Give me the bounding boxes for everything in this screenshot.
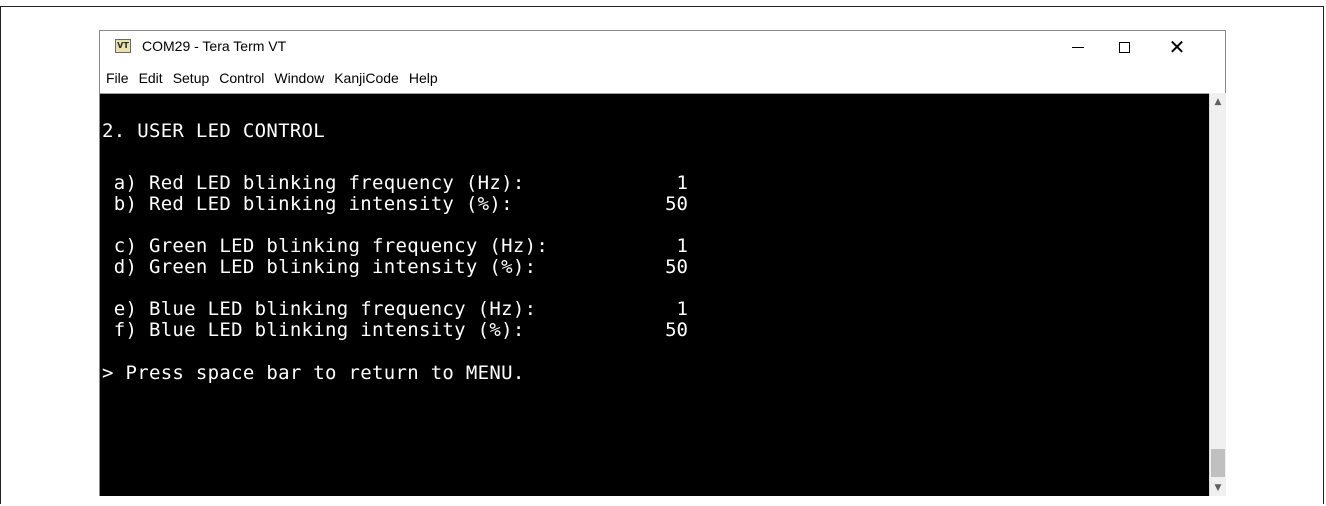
close-button[interactable]: ✕ [1147, 31, 1207, 63]
chevron-down-icon[interactable]: ▼ [1210, 479, 1226, 496]
terminal-row-value: 50 [665, 319, 688, 341]
menu-file[interactable]: File [104, 70, 134, 86]
terminal-row-value: 1 [676, 172, 688, 194]
menu-kanjicode[interactable]: KanjiCode [332, 70, 404, 86]
terminal-row-value: 50 [665, 256, 688, 278]
terminal-row-label: a) Red LED blinking frequency (Hz): [102, 172, 525, 194]
terminal-prompt: > Press space bar to return to MENU. [102, 362, 525, 384]
terminal-row-label: d) Green LED blinking intensity (%): [102, 256, 537, 278]
minimize-icon [1072, 46, 1084, 48]
terminal-screen[interactable]: 2. USER LED CONTROL a) Red LED blinking … [100, 93, 1209, 496]
terminal-row-label: e) Blue LED blinking frequency (Hz): [102, 298, 537, 320]
close-icon: ✕ [1168, 35, 1186, 59]
maximize-button[interactable] [1101, 31, 1147, 63]
menu-setup[interactable]: Setup [171, 70, 215, 86]
menu-help[interactable]: Help [407, 70, 443, 86]
menu-window[interactable]: Window [272, 70, 329, 86]
tera-term-window: VT COM29 - Tera Term VT ✕ File Edit Setu… [99, 30, 1226, 496]
terminal-row-value: 1 [676, 298, 688, 320]
menu-edit[interactable]: Edit [137, 70, 168, 86]
vertical-scrollbar[interactable]: ▲ ▼ [1209, 93, 1226, 496]
terminal-row-value: 1 [676, 235, 688, 257]
terminal-row-label: f) Blue LED blinking intensity (%): [102, 319, 525, 341]
tera-term-icon[interactable]: VT [115, 39, 131, 53]
terminal-row-label: c) Green LED blinking frequency (Hz): [102, 235, 549, 257]
title-bar[interactable]: VT COM29 - Tera Term VT ✕ [100, 31, 1225, 65]
terminal-row-value: 50 [665, 193, 688, 215]
terminal-row-label: b) Red LED blinking intensity (%): [102, 193, 513, 215]
window-title: COM29 - Tera Term VT [142, 38, 287, 54]
menu-bar: File Edit Setup Control Window KanjiCode… [100, 65, 1225, 91]
minimize-button[interactable] [1055, 31, 1101, 63]
maximize-icon [1118, 41, 1130, 53]
chevron-up-icon[interactable]: ▲ [1210, 93, 1226, 110]
menu-control[interactable]: Control [217, 70, 269, 86]
scroll-thumb[interactable] [1211, 449, 1225, 477]
terminal-heading: 2. USER LED CONTROL [102, 120, 326, 142]
